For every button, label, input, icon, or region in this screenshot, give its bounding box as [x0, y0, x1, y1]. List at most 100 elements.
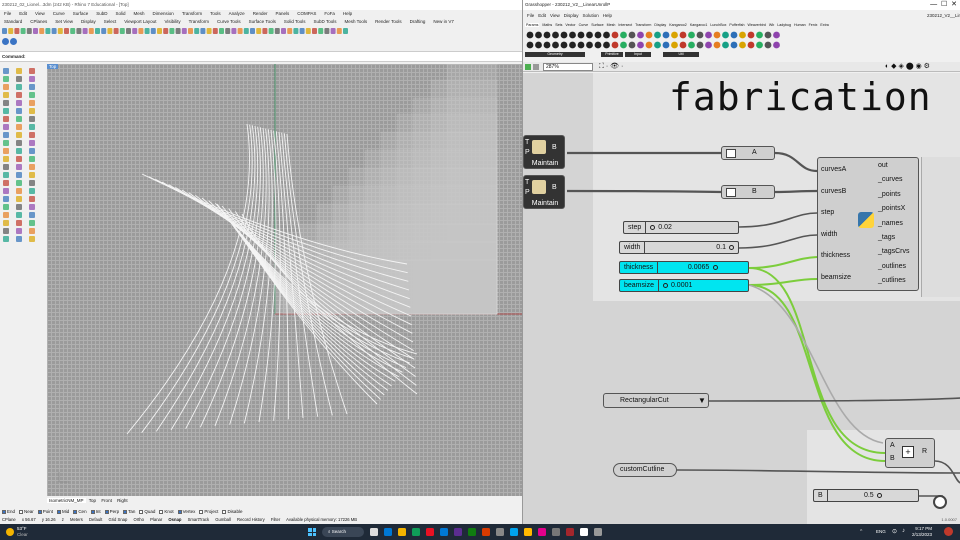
rhino-menu-edit[interactable]: Edit	[17, 10, 29, 18]
volume-icon[interactable]: ♪	[902, 528, 905, 534]
left-tool-icon[interactable]	[3, 212, 9, 218]
osnap-project[interactable]: Project	[199, 508, 218, 515]
tab-select[interactable]: Select	[102, 18, 119, 26]
start-icon[interactable]	[308, 528, 316, 536]
gh-canvas[interactable]: fabrication T P B Maintain T P B Maintai…	[523, 73, 960, 524]
left-tool-icon[interactable]	[16, 196, 22, 202]
rhino-menu-solid[interactable]: Solid	[114, 10, 128, 18]
zoom-field[interactable]: 287%	[543, 63, 593, 71]
left-tool-icon[interactable]	[16, 116, 22, 122]
gh-component-icon[interactable]	[594, 41, 602, 49]
taskbar-app-icon[interactable]	[496, 528, 504, 536]
step-slider[interactable]: step 0.02	[623, 221, 739, 234]
gh-tab-intersect[interactable]: Intersect	[618, 23, 632, 27]
navigation-widget-icon[interactable]	[933, 495, 947, 509]
left-tool-icon[interactable]	[16, 76, 22, 82]
toolbar-tool-icon[interactable]	[119, 28, 125, 34]
toggle-osnap[interactable]: Osnap	[168, 517, 181, 522]
python-output-port[interactable]: _outlines	[878, 263, 910, 277]
add-port-b[interactable]: B	[890, 455, 895, 462]
status-layer[interactable]: Default	[89, 517, 102, 522]
gh-component-icon[interactable]	[688, 31, 695, 39]
python-output-port[interactable]: _points	[878, 191, 910, 205]
toolbar-icons[interactable]	[2, 27, 522, 36]
rhino-menu-analyze[interactable]: Analyze	[227, 10, 247, 18]
clock[interactable]: 9:17 PM 2/13/2023	[912, 526, 932, 538]
rhino-menu-tools[interactable]: Tools	[208, 10, 223, 18]
gh-tab-ladybug[interactable]: Ladybug	[777, 23, 791, 27]
port-b[interactable]: B	[552, 184, 557, 191]
left-tool-icon[interactable]	[16, 212, 22, 218]
port-b[interactable]: B	[552, 144, 557, 151]
left-tool-icon[interactable]	[29, 116, 35, 122]
beamsize-slider[interactable]: beamsize 0.0001	[619, 279, 749, 292]
tab-solid-tools[interactable]: Solid Tools	[282, 18, 308, 26]
gh-component-icon[interactable]	[773, 41, 780, 49]
checkbox-icon[interactable]	[37, 509, 42, 514]
tab-subd-tools[interactable]: SubD Tools	[312, 18, 339, 26]
left-tool-icon[interactable]	[3, 148, 9, 154]
gh-tab-human[interactable]: Human	[794, 23, 806, 27]
left-tool-icon[interactable]	[3, 164, 9, 170]
left-tool-icon[interactable]	[3, 140, 9, 146]
rhino-menu-view[interactable]: View	[33, 10, 47, 18]
left-tool-icon[interactable]	[29, 156, 35, 162]
left-tool-icon[interactable]	[16, 172, 22, 178]
toolbar-tool-icon[interactable]	[225, 28, 231, 34]
gh-component-icon[interactable]	[705, 41, 712, 49]
gh-component-icon[interactable]	[603, 41, 610, 49]
python-output-port[interactable]: _pointsX	[878, 205, 910, 219]
osnap-point[interactable]: Point	[37, 508, 53, 515]
gh-component-icon[interactable]	[730, 41, 738, 49]
osnap-disable[interactable]: Disable	[222, 508, 242, 515]
gh-component-icon[interactable]	[535, 31, 542, 39]
toolbar-tool-icon[interactable]	[82, 28, 88, 34]
toolbar-tool-icon[interactable]	[70, 28, 76, 34]
taskbar-app-icon[interactable]	[510, 528, 518, 536]
toolbar-tool-icon[interactable]	[45, 28, 51, 34]
gh-component-icon[interactable]	[552, 41, 559, 49]
osnap-tan[interactable]: Tan	[123, 508, 135, 515]
left-tool-icon[interactable]	[3, 132, 9, 138]
rhino-menu-dimension[interactable]: Dimension	[151, 10, 176, 18]
left-tool-icon[interactable]	[3, 188, 9, 194]
python-output-port[interactable]: _cutlines	[878, 277, 910, 291]
port-t[interactable]: T	[525, 139, 529, 146]
left-tool-icon[interactable]	[16, 124, 22, 130]
left-tool-icon[interactable]	[29, 212, 35, 218]
left-tool-icon[interactable]	[29, 196, 35, 202]
checkbox-icon[interactable]	[19, 509, 24, 514]
osnap-cen[interactable]: Cen	[73, 508, 87, 515]
gh-tab-wb[interactable]: Wb	[769, 23, 774, 27]
toggle-ortho[interactable]: Ortho	[133, 517, 143, 522]
left-tool-icon[interactable]	[29, 180, 35, 186]
left-tool-icon[interactable]	[29, 164, 35, 170]
python-output-port[interactable]: _curves	[878, 176, 910, 190]
gh-component-icon[interactable]	[696, 31, 704, 39]
port-p[interactable]: P	[525, 149, 530, 156]
custom-cutline-param[interactable]: customCutline	[613, 463, 677, 477]
toggle-gumball[interactable]: Gumball	[215, 517, 231, 522]
left-tool-icon[interactable]	[29, 92, 35, 98]
gh-component-icon[interactable]	[679, 31, 687, 39]
rhino-menu-compas[interactable]: COMPAS	[295, 10, 318, 18]
view-controls-icon[interactable]: ⛶ · 👁 ·	[599, 63, 623, 71]
toggle-filter[interactable]: Filter	[271, 517, 280, 522]
gh-tab-surface[interactable]: Surface	[591, 23, 603, 27]
taskbar-app-icon[interactable]	[538, 528, 546, 536]
checkbox-icon[interactable]	[222, 509, 227, 514]
save-icon[interactable]	[525, 64, 531, 70]
gh-component-icon[interactable]	[535, 41, 542, 49]
gh-component-icon[interactable]	[628, 41, 636, 49]
toolbar-tool-icon[interactable]	[51, 28, 57, 34]
left-tool-icon[interactable]	[29, 100, 35, 106]
left-tool-icon[interactable]	[29, 140, 35, 146]
left-tool-icon[interactable]	[16, 92, 22, 98]
tab-cplanes[interactable]: CPlanes	[28, 18, 49, 26]
taskbar-app-icon[interactable]	[552, 528, 560, 536]
gh-component-icon[interactable]	[739, 31, 746, 39]
language-indicator[interactable]: ENG	[876, 529, 886, 534]
left-tool-icon[interactable]	[16, 148, 22, 154]
taskbar-app-icon[interactable]	[440, 528, 448, 536]
tab-viewport-layout[interactable]: Viewport Layout	[122, 18, 158, 26]
